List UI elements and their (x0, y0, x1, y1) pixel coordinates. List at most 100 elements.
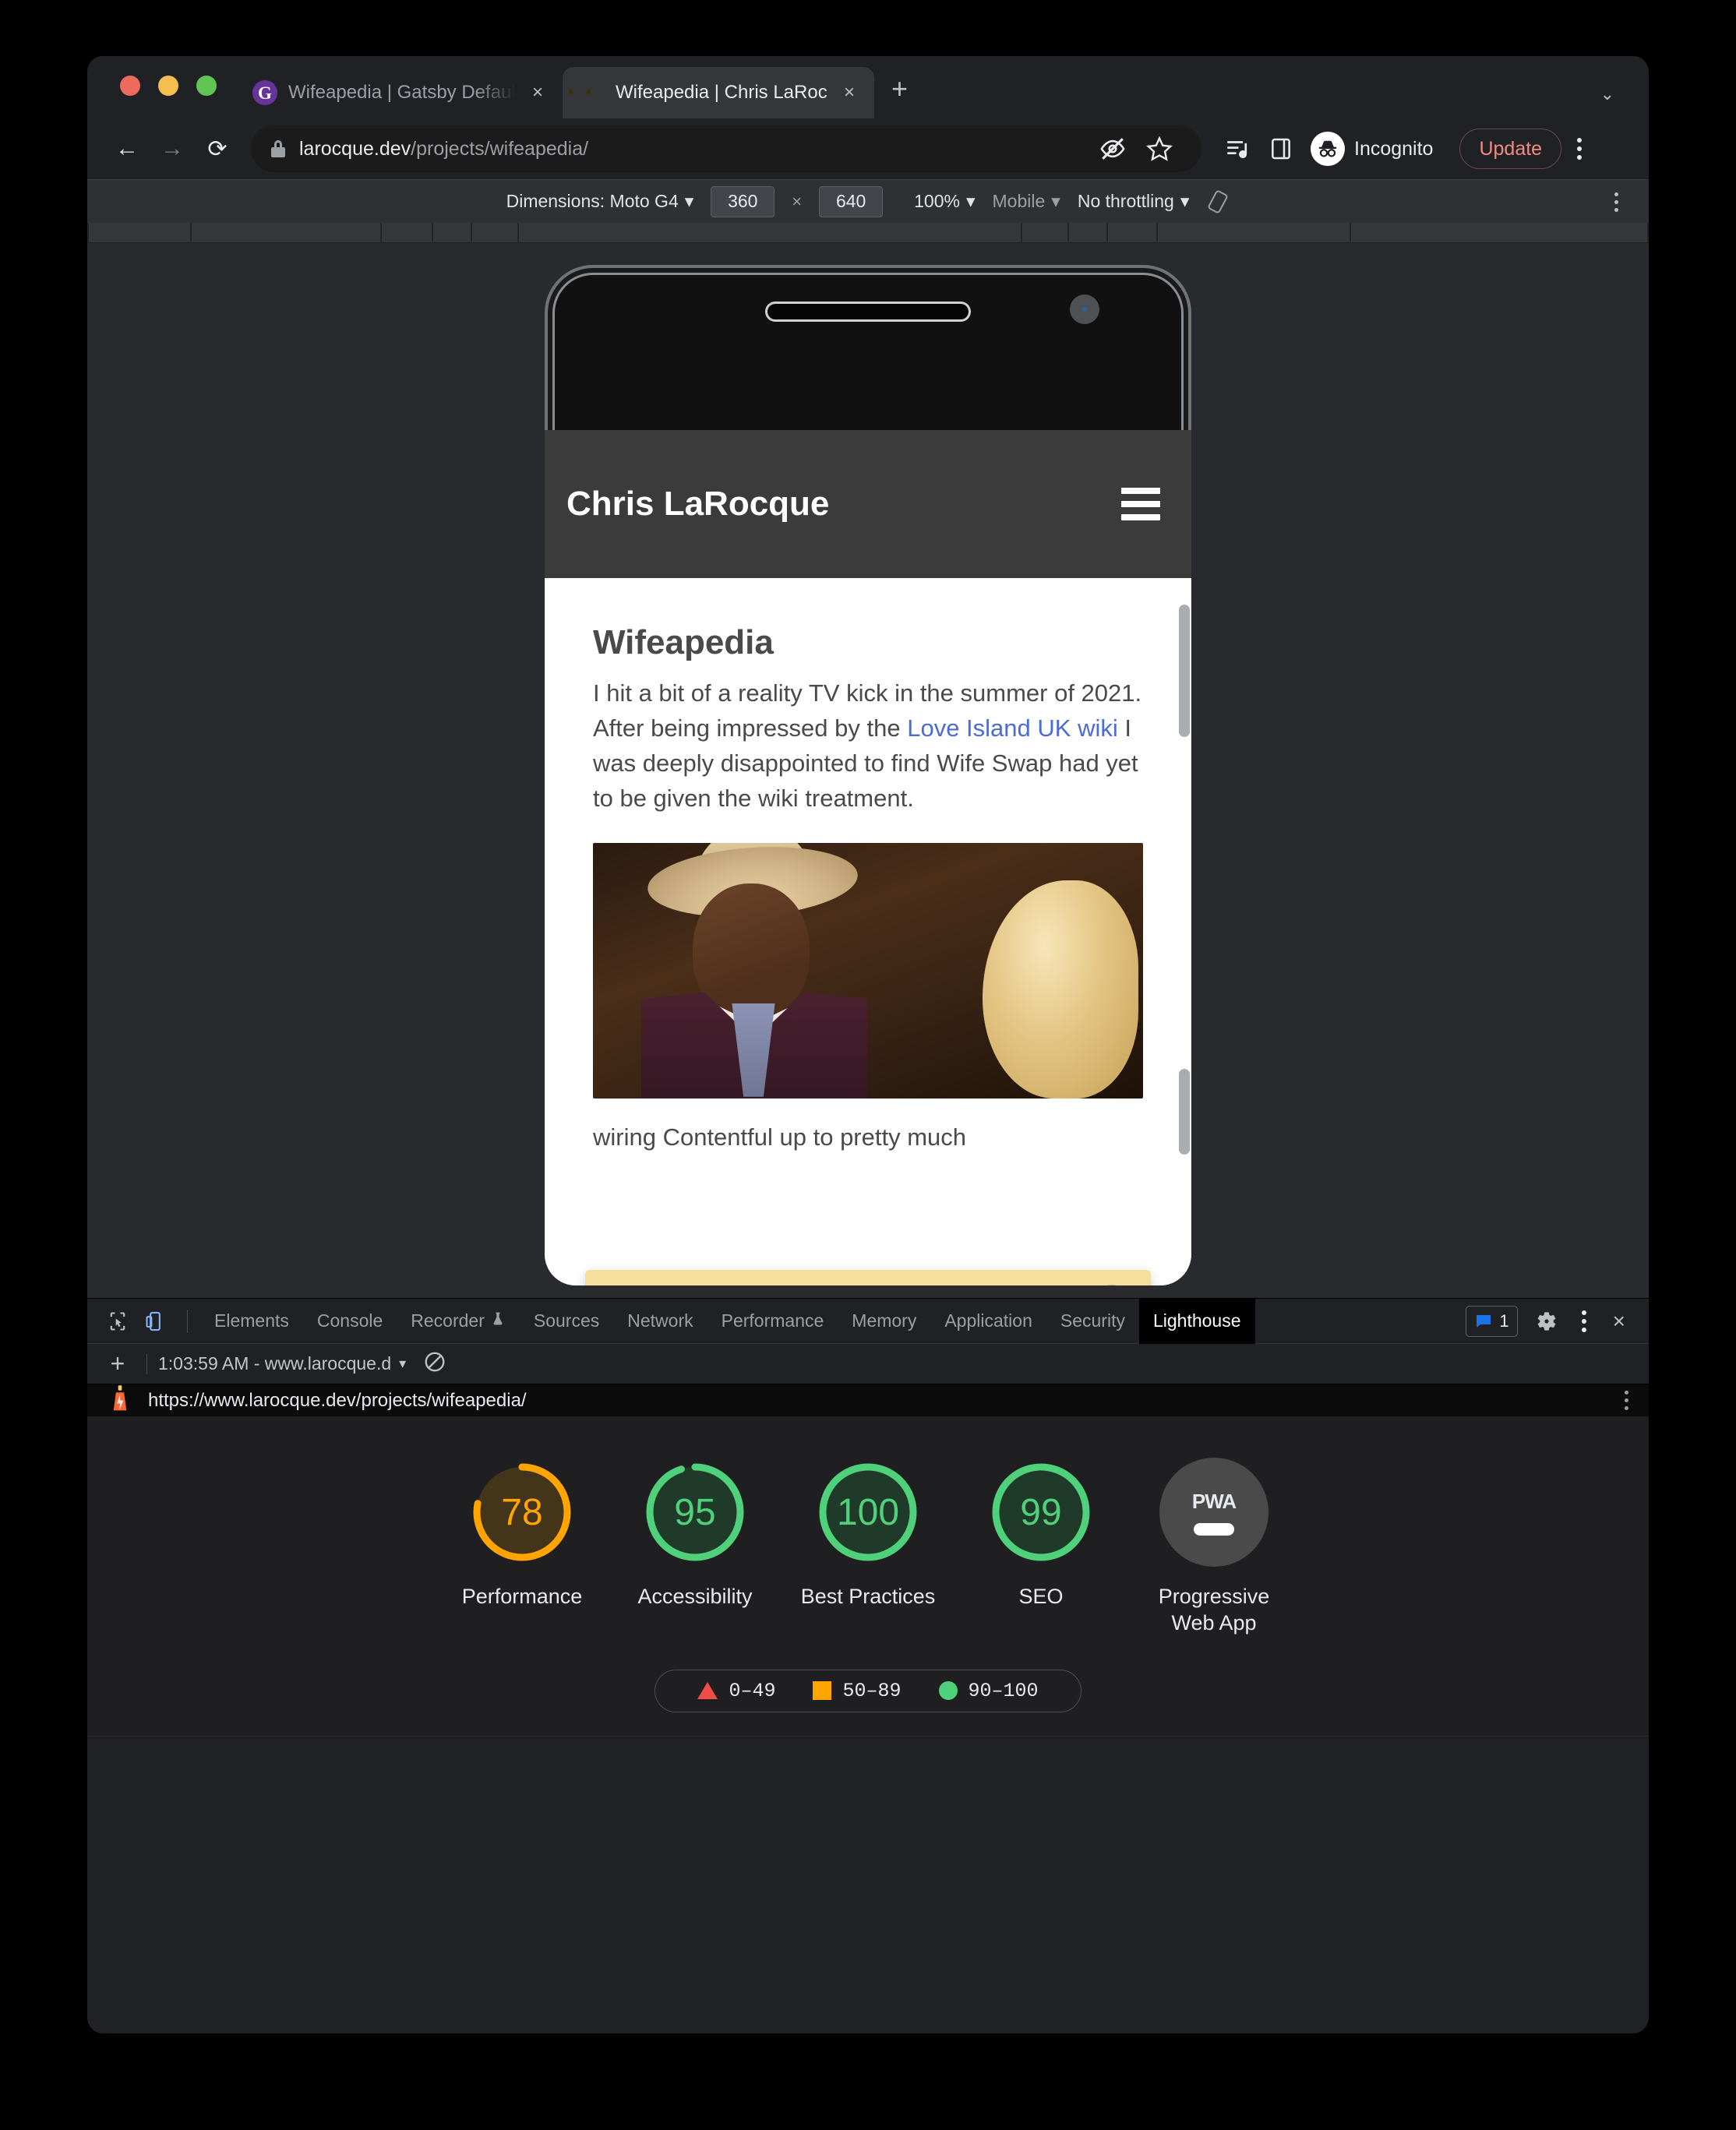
zoom-selector[interactable]: 100% ▾ (914, 191, 975, 212)
devtools-menu-button[interactable] (1566, 1300, 1602, 1343)
reading-list-icon[interactable] (1216, 127, 1259, 171)
inspect-element-icon[interactable] (100, 1303, 136, 1339)
gauge-best-practices[interactable]: 100 Best Practices (782, 1458, 954, 1637)
tab-sources[interactable]: Sources (520, 1299, 613, 1344)
tab-network[interactable]: Network (613, 1299, 707, 1344)
device-type-selector[interactable]: Mobile ▾ (993, 191, 1060, 212)
viewport-scrollbar[interactable] (1179, 605, 1190, 737)
gauge-score: 78 (501, 1491, 543, 1533)
tab-security[interactable]: Security (1046, 1299, 1139, 1344)
reload-button[interactable]: ⟳ (195, 126, 240, 171)
lighthouse-subtoolbar: + 1:03:59 AM - www.larocque.d ▾ (87, 1344, 1649, 1384)
update-button[interactable]: Update (1459, 129, 1562, 169)
tab-lighthouse[interactable]: Lighthouse (1138, 1298, 1255, 1344)
devtools-panel: Elements Console Recorder Sources Networ… (87, 1298, 1649, 1739)
tab-performance[interactable]: Performance (707, 1299, 838, 1344)
device-toolbar-menu-button[interactable] (1600, 186, 1632, 217)
site-content: Wifeapedia I hit a bit of a reality TV k… (545, 578, 1191, 1155)
in-progress-toast: In progress… × My bad y'all, life is cra… (585, 1270, 1151, 1285)
gauge-ring: 78 (468, 1458, 577, 1567)
side-panel-icon[interactable] (1259, 127, 1303, 171)
gauge-label: Performance (461, 1585, 583, 1608)
chevron-down-icon: ▾ (965, 191, 976, 211)
tab-memory[interactable]: Memory (838, 1299, 930, 1344)
gear-icon[interactable] (1529, 1303, 1565, 1339)
gauge-accessibility[interactable]: 95 Accessibility (609, 1458, 782, 1637)
url-path: /projects/wifeapedia/ (411, 137, 589, 160)
back-button[interactable]: ← (104, 126, 150, 171)
gauge-performance[interactable]: 78 Performance (436, 1458, 609, 1637)
gauge-ring: 100 (813, 1458, 923, 1567)
toggle-device-toolbar-icon[interactable] (137, 1303, 173, 1339)
legend-item-pass: 90–100 (920, 1680, 1057, 1702)
bookmark-star-icon[interactable] (1138, 127, 1181, 171)
flask-icon (490, 1310, 506, 1331)
gatsby-icon: G (252, 80, 277, 105)
viewport-height-input[interactable]: 640 (819, 185, 884, 217)
report-menu-button[interactable] (1625, 1391, 1628, 1410)
close-devtools-button[interactable]: × (1602, 1309, 1636, 1334)
maximize-window-button[interactable] (196, 76, 217, 96)
tab-recorder[interactable]: Recorder (397, 1299, 520, 1344)
viewport-width-input[interactable]: 360 (711, 185, 775, 217)
tab-title: Wifeapedia | Gatsby Default Sta (288, 82, 516, 103)
website-viewport: Chris LaRocque Wifeapedia I hit a bit of… (545, 430, 1191, 1285)
eye-off-icon[interactable] (1091, 127, 1134, 171)
front-camera-icon (1070, 294, 1099, 324)
audited-url: https://www.larocque.dev/projects/wifeap… (148, 1389, 527, 1411)
new-audit-button[interactable]: + (100, 1349, 136, 1378)
smiley-icon (580, 80, 605, 105)
gauge-seo[interactable]: 99 SEO (954, 1458, 1127, 1637)
gauge-score: 99 (1020, 1491, 1062, 1533)
new-tab-button[interactable]: + (891, 75, 908, 103)
divider (146, 1353, 147, 1374)
love-island-wiki-link[interactable]: Love Island UK wiki (907, 714, 1118, 742)
chevron-down-icon[interactable]: ⌄ (1600, 84, 1614, 104)
gauge-ring: 99 (986, 1458, 1096, 1567)
hamburger-menu-icon[interactable] (1121, 488, 1160, 520)
chevron-down-icon: ▾ (1180, 191, 1190, 211)
issues-badge[interactable]: 1 (1466, 1305, 1518, 1337)
device-preset-selector[interactable]: Dimensions: Moto G4 ▾ (506, 191, 694, 212)
throttling-selector[interactable]: No throttling ▾ (1078, 191, 1190, 212)
lighthouse-score-summary: 78 Performance 95 Accessibility 100 Best… (87, 1417, 1649, 1737)
devtools-actions: 1 × (1466, 1300, 1636, 1343)
close-window-button[interactable] (120, 76, 140, 96)
address-bar[interactable]: larocque.dev/projects/wifeapedia/ (251, 125, 1201, 172)
tab-application[interactable]: Application (930, 1299, 1046, 1344)
device-preset-label: Dimensions: Moto G4 (506, 191, 679, 211)
viewport-scrollbar-secondary[interactable] (1179, 1069, 1190, 1155)
chevron-down-icon: ▾ (1051, 191, 1060, 211)
minimize-window-button[interactable] (158, 76, 178, 96)
device-emulation-toolbar: Dimensions: Moto G4 ▾ 360 × 640 100% ▾ M… (87, 179, 1649, 223)
tab-recorder-label: Recorder (411, 1310, 485, 1331)
forward-button[interactable]: → (150, 126, 195, 171)
score-legend: 0–49 50–89 90–100 (655, 1669, 1081, 1712)
close-icon[interactable]: × (838, 83, 860, 102)
rotate-button[interactable] (1206, 190, 1230, 213)
audit-run-selector[interactable]: 1:03:59 AM - www.larocque.d (158, 1353, 391, 1374)
gauge-score: 100 (836, 1491, 900, 1533)
legend-item-average: 50–89 (794, 1680, 919, 1702)
site-header: Chris LaRocque (545, 430, 1191, 578)
second-paragraph: wiring Contentful up to pretty much (593, 1123, 967, 1151)
clear-audits-button[interactable] (423, 1350, 446, 1377)
pwa-badge-icon: PWA (1159, 1458, 1268, 1567)
tab-gatsby-default-starter[interactable]: G Wifeapedia | Gatsby Default Sta × (235, 67, 563, 118)
chevron-down-icon[interactable]: ▾ (399, 1356, 406, 1372)
close-icon[interactable]: × (527, 83, 549, 102)
triangle-icon (697, 1682, 718, 1699)
tab-chris-larocque[interactable]: Wifeapedia | Chris LaRocque × (563, 67, 874, 118)
profile-incognito-button[interactable]: Incognito (1306, 127, 1448, 171)
throttling-label: No throttling (1077, 191, 1174, 211)
gauge-label: Progressive Web App (1158, 1585, 1270, 1635)
tab-console[interactable]: Console (303, 1299, 397, 1344)
gauge-progressive-web-app[interactable]: PWA Progressive Web App (1127, 1458, 1300, 1637)
tab-strip: G Wifeapedia | Gatsby Default Sta × Wife… (87, 56, 1649, 118)
page-title: Wifeapedia (593, 623, 774, 661)
tab-elements[interactable]: Elements (200, 1299, 303, 1344)
browser-menu-button[interactable] (1561, 127, 1597, 171)
site-brand[interactable]: Chris LaRocque (566, 485, 829, 524)
divider (187, 1309, 188, 1333)
wife-swap-photo (593, 842, 1143, 1099)
